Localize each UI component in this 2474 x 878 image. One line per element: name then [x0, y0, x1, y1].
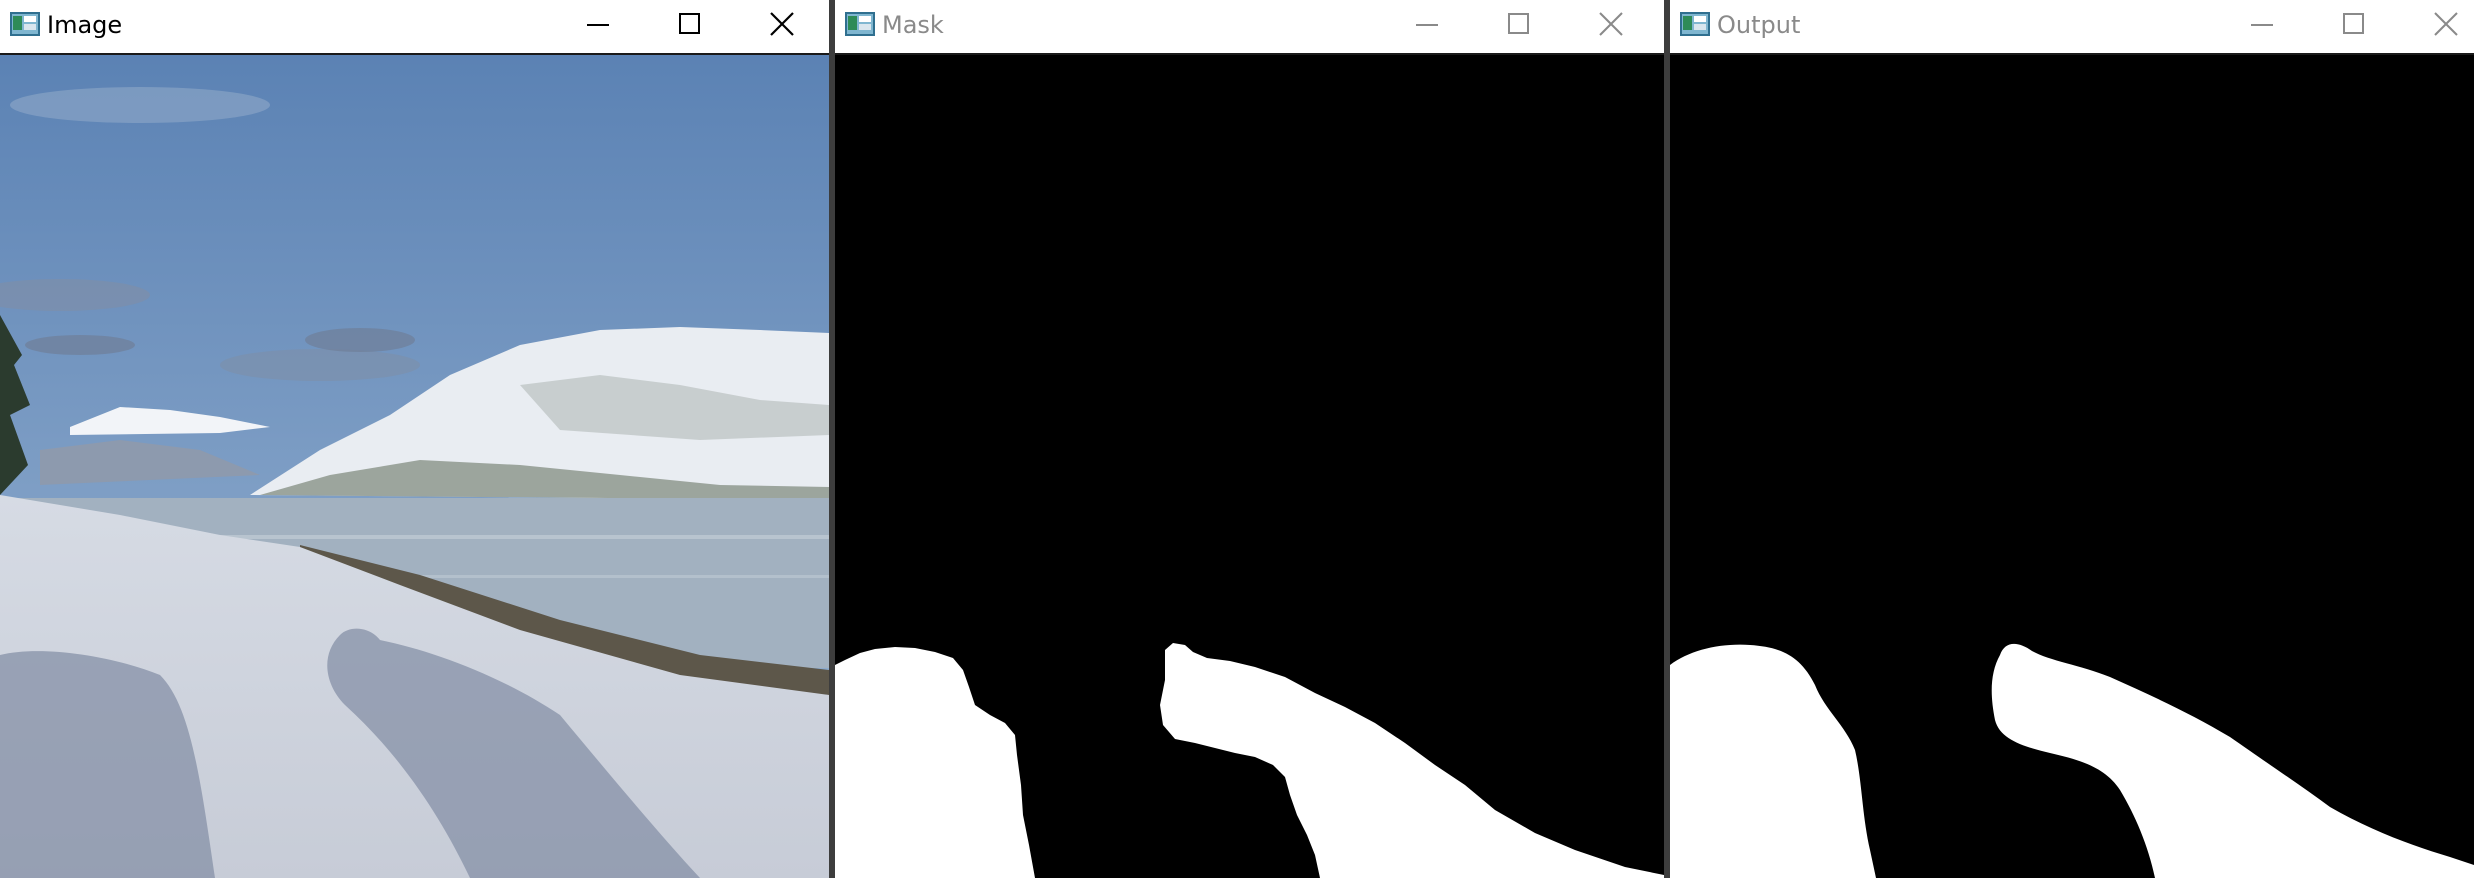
close-icon — [2434, 12, 2458, 36]
maximize-icon — [679, 13, 700, 34]
minimize-button[interactable] — [2232, 3, 2292, 45]
image-view — [0, 55, 829, 878]
image-window: Image — [0, 0, 829, 878]
maximize-icon — [1508, 13, 1529, 34]
app-window-icon — [1680, 12, 1710, 36]
output-view — [1670, 55, 2474, 878]
output-window-titlebar[interactable]: Output — [1670, 0, 2474, 55]
landscape-photo — [0, 55, 829, 878]
minimize-button[interactable] — [568, 3, 628, 45]
close-button[interactable] — [2416, 3, 2474, 45]
close-button[interactable] — [1581, 3, 1641, 45]
maximize-button[interactable] — [2324, 3, 2384, 45]
window-title: Image — [47, 11, 123, 39]
close-icon — [770, 12, 794, 36]
mask-image — [835, 55, 1664, 878]
mask-view — [835, 55, 1664, 878]
minimize-icon — [587, 24, 609, 26]
app-window-icon — [845, 12, 875, 36]
minimize-icon — [2251, 24, 2273, 26]
output-window: Output — [1670, 0, 2474, 878]
minimize-button[interactable] — [1397, 3, 1457, 45]
close-button[interactable] — [752, 3, 812, 45]
app-window-icon — [10, 12, 40, 36]
image-window-titlebar[interactable]: Image — [0, 0, 829, 55]
output-image — [1670, 55, 2474, 878]
close-icon — [1599, 12, 1623, 36]
maximize-button[interactable] — [660, 3, 720, 45]
maximize-button[interactable] — [1489, 3, 1549, 45]
minimize-icon — [1416, 24, 1438, 26]
window-title: Output — [1717, 11, 1801, 39]
maximize-icon — [2343, 13, 2364, 34]
window-title: Mask — [882, 11, 944, 39]
mask-window: Mask — [835, 0, 1664, 878]
mask-window-titlebar[interactable]: Mask — [835, 0, 1664, 55]
